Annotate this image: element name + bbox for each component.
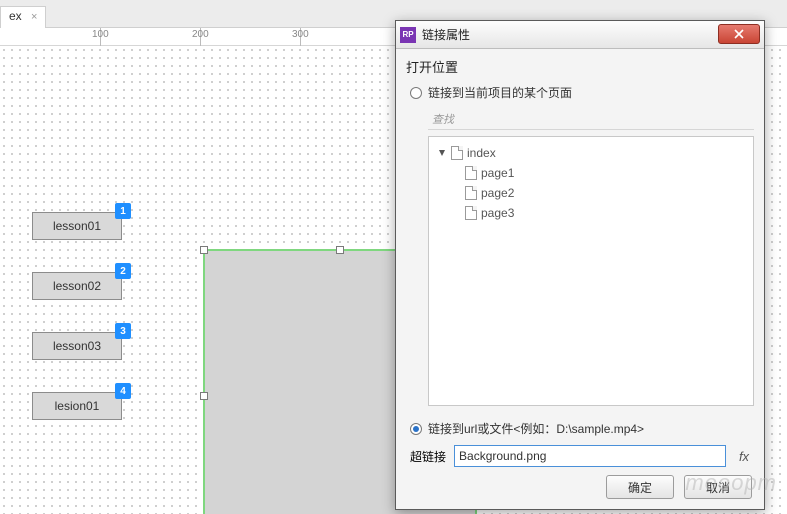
tree-label: index	[467, 146, 496, 160]
radio-icon	[410, 423, 422, 435]
footnote-badge: 4	[115, 383, 131, 399]
radio-icon	[410, 87, 422, 99]
resize-handle-t[interactable]	[336, 246, 344, 254]
app-icon: RP	[400, 27, 416, 43]
widget-lesson[interactable]: lesion01 4	[32, 392, 122, 420]
page-icon	[465, 186, 477, 200]
search-input[interactable]: 查找	[428, 109, 754, 130]
fx-button[interactable]: fx	[734, 445, 754, 467]
widget-label: lesson03	[53, 339, 101, 353]
tree-label: page1	[481, 166, 514, 180]
tree-item[interactable]: page3	[437, 203, 745, 223]
close-button[interactable]	[718, 24, 760, 44]
page-icon	[451, 146, 463, 160]
page-icon	[465, 166, 477, 180]
radio-label: 链接到当前项目的某个页面	[428, 84, 572, 101]
document-tab[interactable]: ex ×	[0, 6, 46, 28]
close-icon	[734, 29, 744, 39]
footnote-badge: 1	[115, 203, 131, 219]
collapse-arrow-icon[interactable]	[437, 149, 447, 157]
ruler-tick: 300	[292, 29, 309, 40]
radio-link-to-url[interactable]: 链接到url或文件<例如：D:\sample.mp4>	[410, 420, 754, 437]
tab-label: ex	[9, 9, 22, 23]
page-tree[interactable]: index page1 page2 page3	[428, 136, 754, 406]
link-properties-dialog: RP 链接属性 打开位置 链接到当前项目的某个页面 查找	[395, 20, 765, 510]
section-open-location: 打开位置	[406, 57, 754, 76]
tree-item[interactable]: page2	[437, 183, 745, 203]
radio-label: 链接到url或文件<例如：D:\sample.mp4>	[428, 420, 644, 437]
button-label: 确定	[628, 479, 652, 496]
hyperlink-label: 超链接	[410, 448, 446, 465]
tree-item[interactable]: page1	[437, 163, 745, 183]
widget-label: lesion01	[55, 399, 100, 413]
resize-handle-l[interactable]	[200, 392, 208, 400]
dialog-title: 链接属性	[422, 26, 470, 43]
tree-root[interactable]: index	[437, 143, 745, 163]
page-icon	[465, 206, 477, 220]
footnote-badge: 2	[115, 263, 131, 279]
ruler-tick: 100	[92, 29, 109, 40]
tree-label: page3	[481, 206, 514, 220]
widget-lesson[interactable]: lesson01 1	[32, 212, 122, 240]
resize-handle-tl[interactable]	[200, 246, 208, 254]
hyperlink-input[interactable]	[454, 445, 726, 467]
widget-lesson[interactable]: lesson02 2	[32, 272, 122, 300]
button-label: 取消	[706, 479, 730, 496]
close-icon[interactable]: ×	[31, 11, 37, 23]
widget-label: lesson01	[53, 219, 101, 233]
tree-label: page2	[481, 186, 514, 200]
widget-label: lesson02	[53, 279, 101, 293]
widget-lesson[interactable]: lesson03 3	[32, 332, 122, 360]
ruler-tick: 200	[192, 29, 209, 40]
footnote-badge: 3	[115, 323, 131, 339]
cancel-button[interactable]: 取消	[684, 475, 752, 499]
ok-button[interactable]: 确定	[606, 475, 674, 499]
radio-link-to-page[interactable]: 链接到当前项目的某个页面	[410, 84, 754, 101]
dialog-titlebar[interactable]: RP 链接属性	[396, 21, 764, 49]
